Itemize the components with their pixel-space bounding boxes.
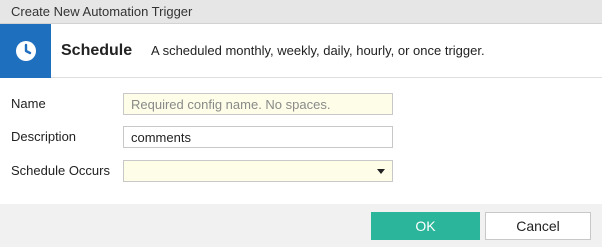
schedule-row: Schedule Occurs xyxy=(0,160,602,182)
ok-button[interactable]: OK xyxy=(371,212,480,240)
description-row: Description xyxy=(0,126,602,148)
header-title: Schedule xyxy=(61,42,133,59)
description-input[interactable] xyxy=(123,126,393,148)
chevron-down-icon xyxy=(377,169,385,174)
schedule-label: Schedule Occurs xyxy=(11,163,110,178)
header-icon-box xyxy=(0,24,51,78)
trigger-header: Schedule A scheduled monthly, weekly, da… xyxy=(0,24,602,78)
schedule-occurs-select[interactable] xyxy=(123,160,393,182)
name-input[interactable] xyxy=(123,93,393,115)
cancel-button[interactable]: Cancel xyxy=(485,212,591,240)
description-label: Description xyxy=(11,129,77,144)
header-description: A scheduled monthly, weekly, daily, hour… xyxy=(151,43,485,58)
name-label: Name xyxy=(11,96,46,111)
clock-icon xyxy=(15,41,36,61)
dialog-title: Create New Automation Trigger xyxy=(0,0,602,24)
dialog-footer: OK Cancel xyxy=(0,204,602,247)
name-row: Name xyxy=(0,93,602,115)
